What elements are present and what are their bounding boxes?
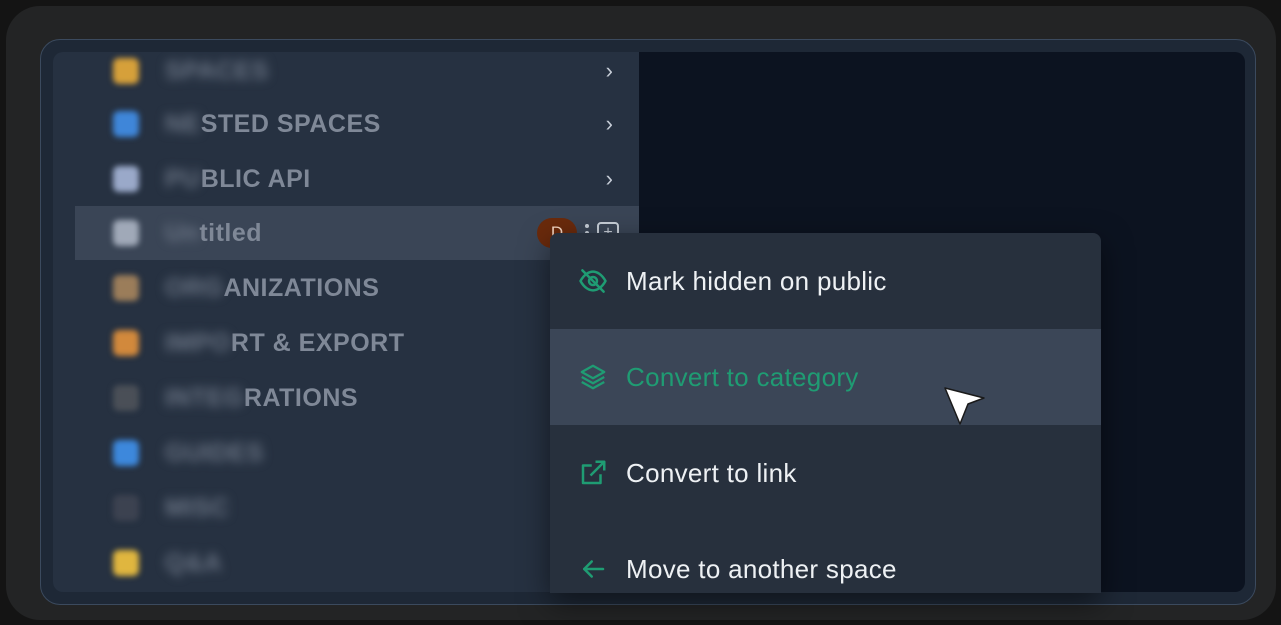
sidebar-item-label: Untitled: [165, 218, 263, 247]
spaces-icon: [113, 58, 139, 84]
sidebar-item-public-api[interactable]: PUBLIC API ›: [75, 152, 639, 206]
eye-off-icon: [579, 269, 607, 293]
context-menu: Mark hidden on public Convert to categor…: [550, 233, 1101, 593]
sidebar-item-label: GUIDES: [165, 438, 264, 467]
menu-item-label: Mark hidden on public: [626, 265, 887, 296]
menu-item-label: Move to another space: [626, 553, 897, 584]
menu-item-label: Convert to link: [626, 457, 797, 488]
arrow-left-icon: [583, 560, 605, 578]
layers-icon: [580, 364, 606, 390]
chevron-right-icon: ›: [605, 166, 613, 191]
chevron-right-icon: ›: [605, 58, 613, 83]
menu-item-convert-category[interactable]: Convert to category: [550, 329, 1101, 425]
package-icon: [113, 330, 139, 356]
sidebar-item-label: INTEGRATIONS: [165, 383, 359, 412]
sidebar-item-label: NESTED SPACES: [165, 109, 381, 138]
book-icon: [113, 440, 139, 466]
sidebar-item-label: IMPORT & EXPORT: [165, 328, 405, 357]
menu-item-mark-hidden[interactable]: Mark hidden on public: [550, 233, 1101, 329]
chevron-right-icon: ›: [605, 111, 613, 136]
misc-icon: [113, 495, 139, 521]
sidebar-item-label: SPACES: [165, 56, 269, 85]
sidebar-item-label: Q&A: [165, 548, 223, 577]
sidebar-item-label: ORGANIZATIONS: [165, 273, 380, 302]
globe-icon: [113, 111, 139, 137]
organization-icon: [113, 275, 139, 301]
external-link-icon: [581, 460, 606, 485]
document-icon: [113, 166, 139, 192]
plug-icon: [113, 385, 139, 411]
menu-item-move-space[interactable]: Move to another space: [550, 521, 1101, 593]
menu-item-label: Convert to category: [626, 361, 859, 392]
page-icon: [113, 220, 139, 246]
sidebar-item-label: PUBLIC API: [165, 164, 311, 193]
sidebar-item-spaces[interactable]: SPACES ›: [75, 52, 639, 98]
question-icon: [113, 550, 139, 576]
sidebar-item-nested-spaces[interactable]: NESTED SPACES ›: [75, 97, 639, 151]
sidebar-item-label: MISC: [165, 493, 230, 522]
menu-item-convert-link[interactable]: Convert to link: [550, 425, 1101, 521]
mouse-cursor-icon: [944, 387, 985, 425]
